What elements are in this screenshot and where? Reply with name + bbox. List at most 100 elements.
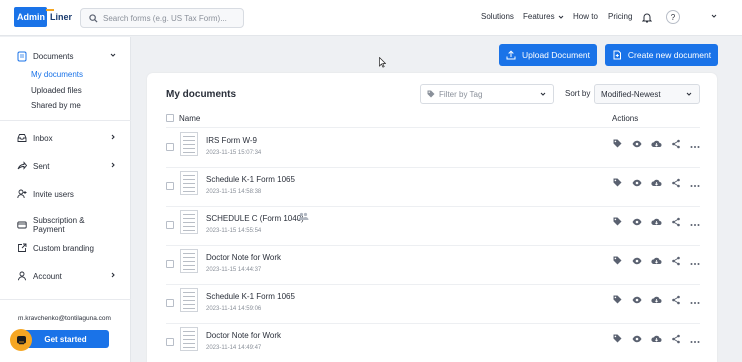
download-cloud-icon[interactable] [651,178,662,188]
sidebar-item-shared-by-me[interactable]: Shared by me [31,101,81,110]
document-title[interactable]: SCHEDULE C (Form 1040) [206,214,304,223]
preview-eye-icon[interactable] [632,178,642,188]
table-row[interactable]: SCHEDULE C (Form 1040) 2023-11-15 14:55:5… [147,207,717,246]
more-options-icon[interactable] [690,259,700,269]
document-date: 2023-11-15 15:07:34 [206,150,262,156]
help-icon[interactable]: ? [666,10,680,24]
download-cloud-icon[interactable] [651,256,662,266]
nav-pricing[interactable]: Pricing [608,12,632,21]
document-thumbnail[interactable] [180,210,198,234]
document-date: 2023-11-15 14:44:37 [206,267,262,273]
document-date: 2023-11-14 14:49:47 [206,345,262,351]
share-icon[interactable] [671,139,681,149]
bell-icon[interactable] [642,12,652,23]
table-row[interactable]: Schedule K-1 Form 1065 2023-11-15 14:58:3… [147,168,717,207]
table-row[interactable]: Doctor Note for Work 2023-11-14 14:49:47 [147,324,717,362]
select-all-checkbox[interactable] [166,114,174,122]
preview-eye-icon[interactable] [632,139,642,149]
preview-eye-icon[interactable] [632,256,642,266]
get-started-button[interactable]: Get started [22,330,109,348]
sidebar-item-account[interactable]: Account [17,271,117,281]
more-options-icon[interactable] [690,298,700,308]
table-row[interactable]: Schedule K-1 Form 1065 2023-11-14 14:59:0… [147,285,717,324]
document-thumbnail[interactable] [180,327,198,351]
nav-solutions[interactable]: Solutions [481,12,514,21]
share-icon[interactable] [671,178,681,188]
sidebar-item-documents[interactable]: Documents [17,51,117,62]
preview-eye-icon[interactable] [632,217,642,227]
upload-document-label: Upload Document [521,50,591,60]
chat-icon[interactable] [10,329,32,351]
sidebar-item-inbox[interactable]: Inbox [17,133,117,143]
share-icon[interactable] [671,256,681,266]
document-thumbnail[interactable] [180,249,198,273]
tag-icon[interactable] [613,178,623,188]
documents-card: My documents Filter by Tag Sort by Modif… [147,73,717,362]
document-date: 2023-11-15 14:55:54 [206,228,262,234]
document-title[interactable]: Schedule K-1 Form 1065 [206,292,295,301]
logo[interactable]: Admin Liner [14,7,72,27]
filter-by-tag-select[interactable]: Filter by Tag [420,84,554,104]
preview-eye-icon[interactable] [632,295,642,305]
more-options-icon[interactable] [690,181,700,191]
document-icon [17,51,27,62]
chevron-down-icon [685,90,693,98]
share-icon[interactable] [671,295,681,305]
download-cloud-icon[interactable] [651,334,662,344]
shared-users-icon [298,212,309,223]
row-checkbox[interactable] [166,299,174,307]
document-title[interactable]: Doctor Note for Work [206,253,281,262]
document-title[interactable]: Schedule K-1 Form 1065 [206,175,295,184]
sidebar-item-label: Inbox [33,133,53,143]
row-checkbox[interactable] [166,182,174,190]
nav-howto[interactable]: How to [573,12,598,21]
sidebar-item-label: Subscription & Payment [33,216,85,234]
document-date: 2023-11-15 14:58:38 [206,189,262,195]
sort-by-select[interactable]: Modified-Newest [594,84,700,104]
upload-document-button[interactable]: Upload Document [499,44,597,66]
more-options-icon[interactable] [690,220,700,230]
sidebar-item-invite-users[interactable]: Invite users [17,189,117,199]
create-new-document-button[interactable]: Create new document [605,44,718,66]
sidebar-item-sent[interactable]: Sent [17,161,117,171]
share-icon[interactable] [671,334,681,344]
logo-admin: Admin [14,7,47,27]
row-checkbox[interactable] [166,338,174,346]
nav-features[interactable]: Features [523,12,565,21]
tag-icon[interactable] [613,217,623,227]
sidebar-item-subscription[interactable]: Subscription & Payment [17,216,117,234]
search-input[interactable]: Search forms (e.g. US Tax Form)... [80,8,244,28]
create-new-document-label: Create new document [627,50,712,60]
document-thumbnail[interactable] [180,288,198,312]
document-title[interactable]: Doctor Note for Work [206,331,281,340]
account-menu-chevron-icon[interactable] [710,12,718,20]
more-options-icon[interactable] [690,337,700,347]
download-cloud-icon[interactable] [651,295,662,305]
share-icon[interactable] [671,217,681,227]
tag-icon[interactable] [613,139,623,149]
sidebar-item-custom-branding[interactable]: Custom branding [17,243,117,253]
logo-liner: Liner [45,9,73,22]
document-date: 2023-11-14 14:59:06 [206,306,262,312]
document-thumbnail[interactable] [180,132,198,156]
user-icon [17,271,27,281]
document-thumbnail[interactable] [180,171,198,195]
row-checkbox[interactable] [166,221,174,229]
row-checkbox[interactable] [166,260,174,268]
download-cloud-icon[interactable] [651,217,662,227]
chevron-right-icon [109,161,117,171]
chevron-down-icon [557,13,565,21]
table-row[interactable]: Doctor Note for Work 2023-11-15 14:44:37 [147,246,717,285]
tag-icon[interactable] [613,334,623,344]
table-row[interactable]: IRS Form W-9 2023-11-15 15:07:34 [147,129,717,168]
sidebar-item-my-documents[interactable]: My documents [31,70,83,79]
more-options-icon[interactable] [690,142,700,152]
divider [0,120,131,121]
tag-icon[interactable] [613,256,623,266]
tag-icon[interactable] [613,295,623,305]
document-title[interactable]: IRS Form W-9 [206,136,257,145]
preview-eye-icon[interactable] [632,334,642,344]
row-checkbox[interactable] [166,143,174,151]
download-cloud-icon[interactable] [651,139,662,149]
sidebar-item-uploaded-files[interactable]: Uploaded files [31,86,82,95]
